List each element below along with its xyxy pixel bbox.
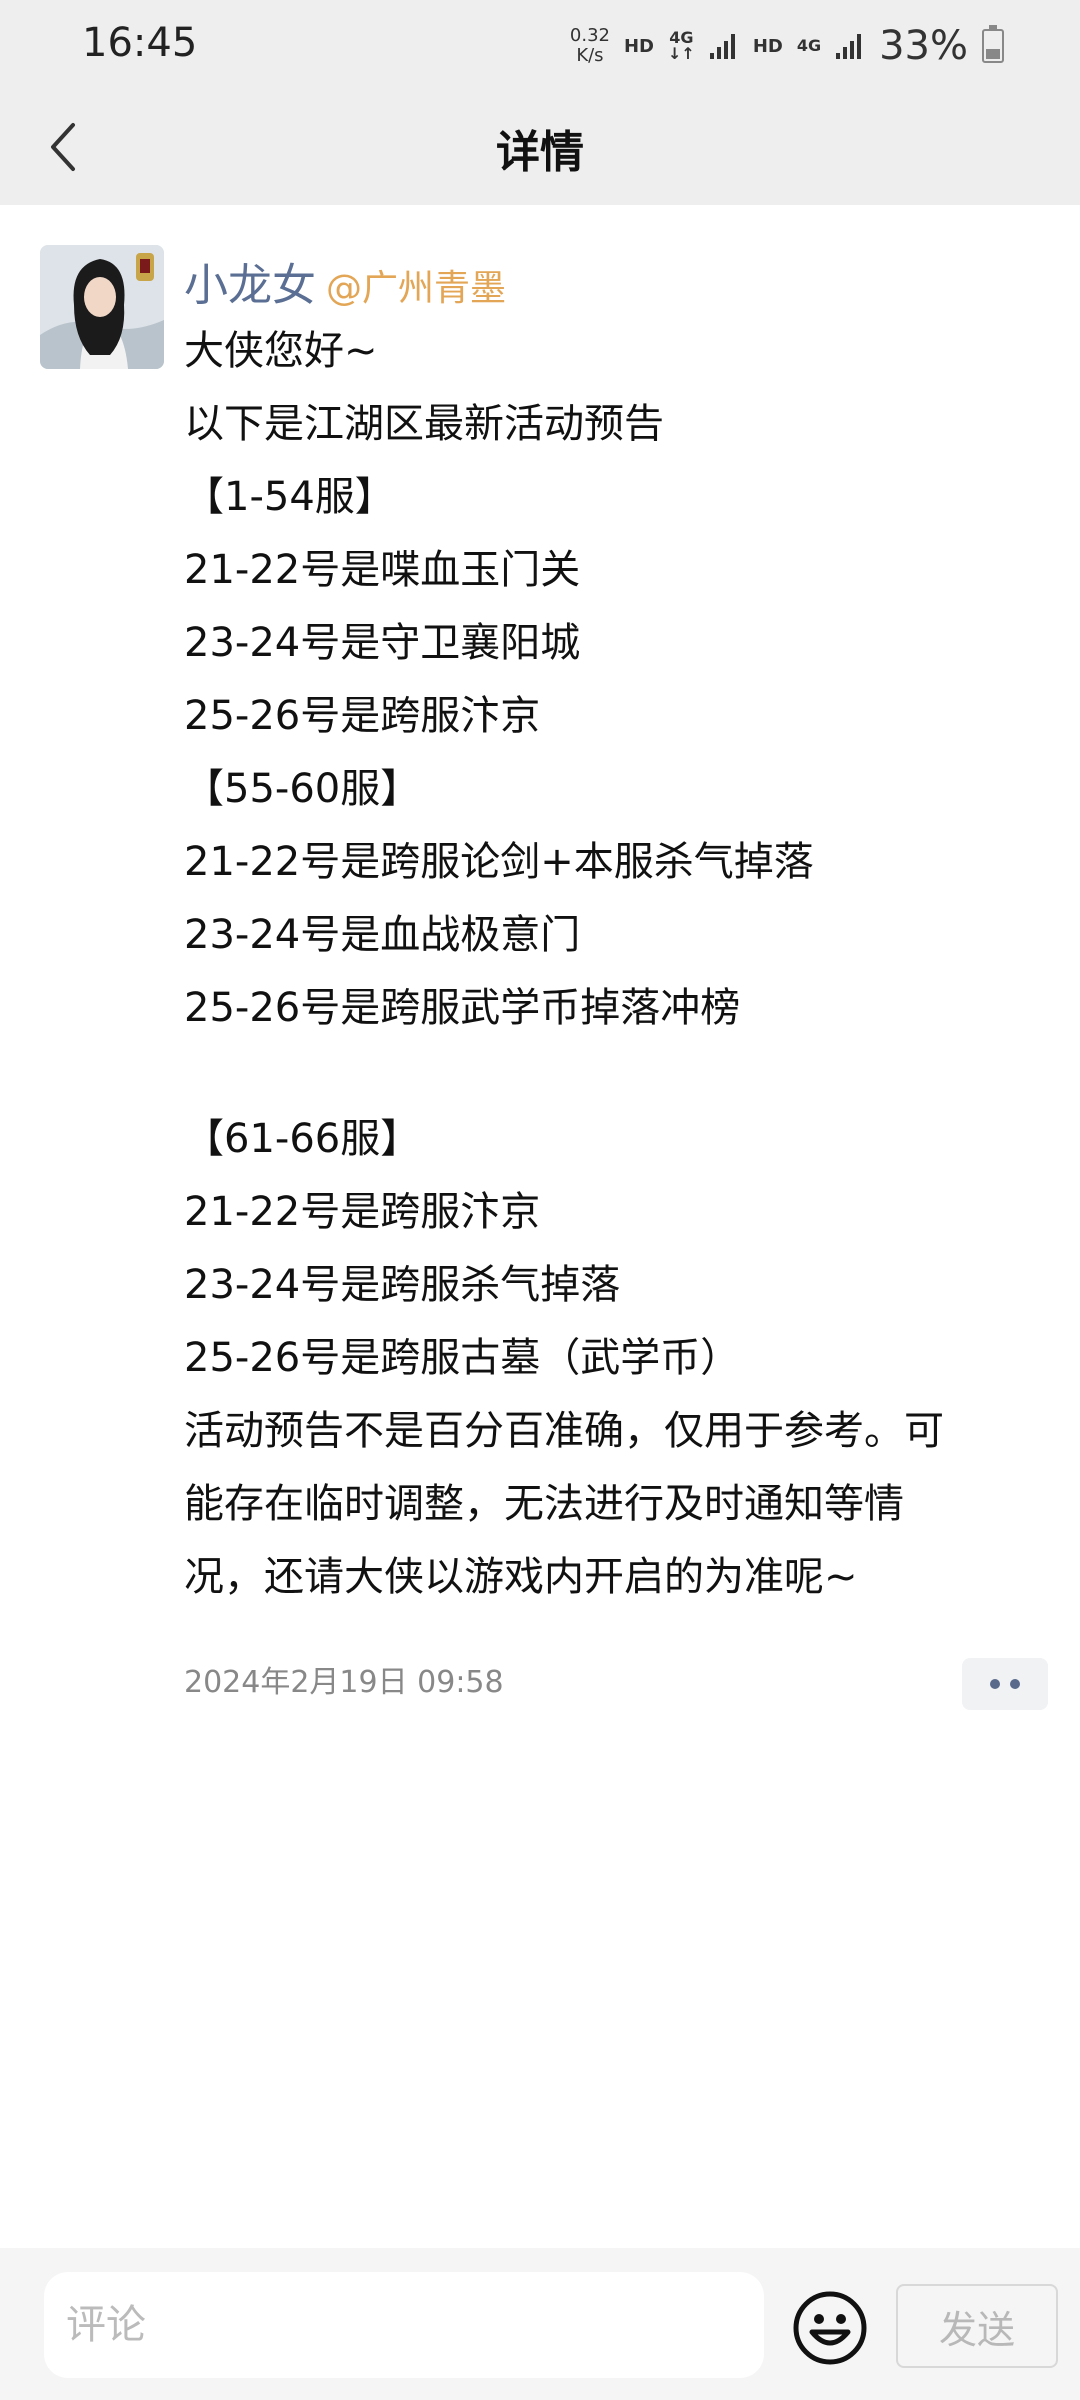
status-bar: 16:45 0.32 K/s HD 4G ↓↑ HD 4G 33%: [0, 0, 1080, 90]
battery-icon: [982, 25, 1004, 63]
data-arrows-icon: ↓↑: [668, 44, 695, 63]
content-line: 能存在临时调整，无法进行及时通知等情: [184, 1481, 904, 1527]
content-line: 23-24号是守卫襄阳城: [184, 620, 581, 666]
post-timestamp: 2024年2月19日 09:58: [184, 1665, 504, 1700]
send-button[interactable]: 发送: [896, 2284, 1058, 2368]
content-line: 以下是江湖区最新活动预告: [184, 401, 664, 447]
more-dots-icon: [990, 1679, 1000, 1689]
content-line: 活动预告不是百分百准确，仅用于参考。可: [184, 1408, 944, 1454]
top-nav: 详情: [0, 90, 1080, 205]
content-line: 大侠您好~: [184, 328, 378, 374]
hd-badge-1: HD: [623, 35, 654, 57]
content-line: 【61-66服】: [184, 1116, 421, 1162]
avatar-image: [40, 245, 164, 369]
content-line: 21-22号是跨服汴京: [184, 1189, 541, 1235]
network-speed-unit: K/s: [576, 45, 604, 66]
signal-icon-2: [836, 34, 862, 59]
content-line-blank: [184, 1045, 1044, 1103]
more-dots-icon: [1010, 1679, 1020, 1689]
content-line: 21-22号是跨服论剑+本服杀气掉落: [184, 839, 814, 885]
post-content: 大侠您好~ 以下是江湖区最新活动预告 【1-54服】 21-22号是喋血玉门关 …: [184, 315, 1044, 1614]
more-options-button[interactable]: [962, 1658, 1048, 1710]
smiley-icon: [793, 2291, 867, 2365]
author-line: 小龙女 @广州青墨: [184, 249, 506, 313]
network-type-1: 4G ↓↑: [668, 30, 695, 62]
author-name[interactable]: 小龙女: [184, 249, 316, 313]
page-title: 详情: [496, 127, 584, 178]
content-line: 【55-60服】: [184, 766, 421, 812]
content-line: 21-22号是喋血玉门关: [184, 547, 581, 593]
comment-input[interactable]: [44, 2272, 764, 2378]
network-speed-value: 0.32: [569, 25, 610, 46]
signal-icon: [709, 34, 735, 59]
content-line: 况，还请大侠以游戏内开启的为准呢~: [184, 1554, 858, 1600]
battery-percent: 33%: [879, 23, 968, 69]
network-type-2: 4G: [797, 38, 821, 54]
network-type-2-label: 4G: [796, 36, 822, 55]
content-line: 【1-54服】: [184, 474, 395, 520]
hd-badge-2: HD: [752, 35, 783, 57]
content-line: 25-26号是跨服汴京: [184, 693, 541, 739]
avatar[interactable]: [40, 245, 164, 369]
network-speed: 0.32 K/s: [570, 26, 610, 66]
comment-bar: 发送: [0, 2248, 1080, 2400]
content-line: 25-26号是跨服古墓（武学币）: [184, 1335, 741, 1381]
content-line: 25-26号是跨服武学币掉落冲榜: [184, 985, 741, 1031]
emoji-button[interactable]: [792, 2290, 868, 2366]
content-line: 23-24号是跨服杀气掉落: [184, 1262, 621, 1308]
author-mention[interactable]: @广州青墨: [326, 259, 506, 311]
status-indicators: 0.32 K/s HD 4G ↓↑ HD 4G 33%: [570, 18, 1004, 74]
status-time: 16:45: [82, 20, 198, 66]
content-line: 23-24号是血战极意门: [184, 912, 581, 958]
